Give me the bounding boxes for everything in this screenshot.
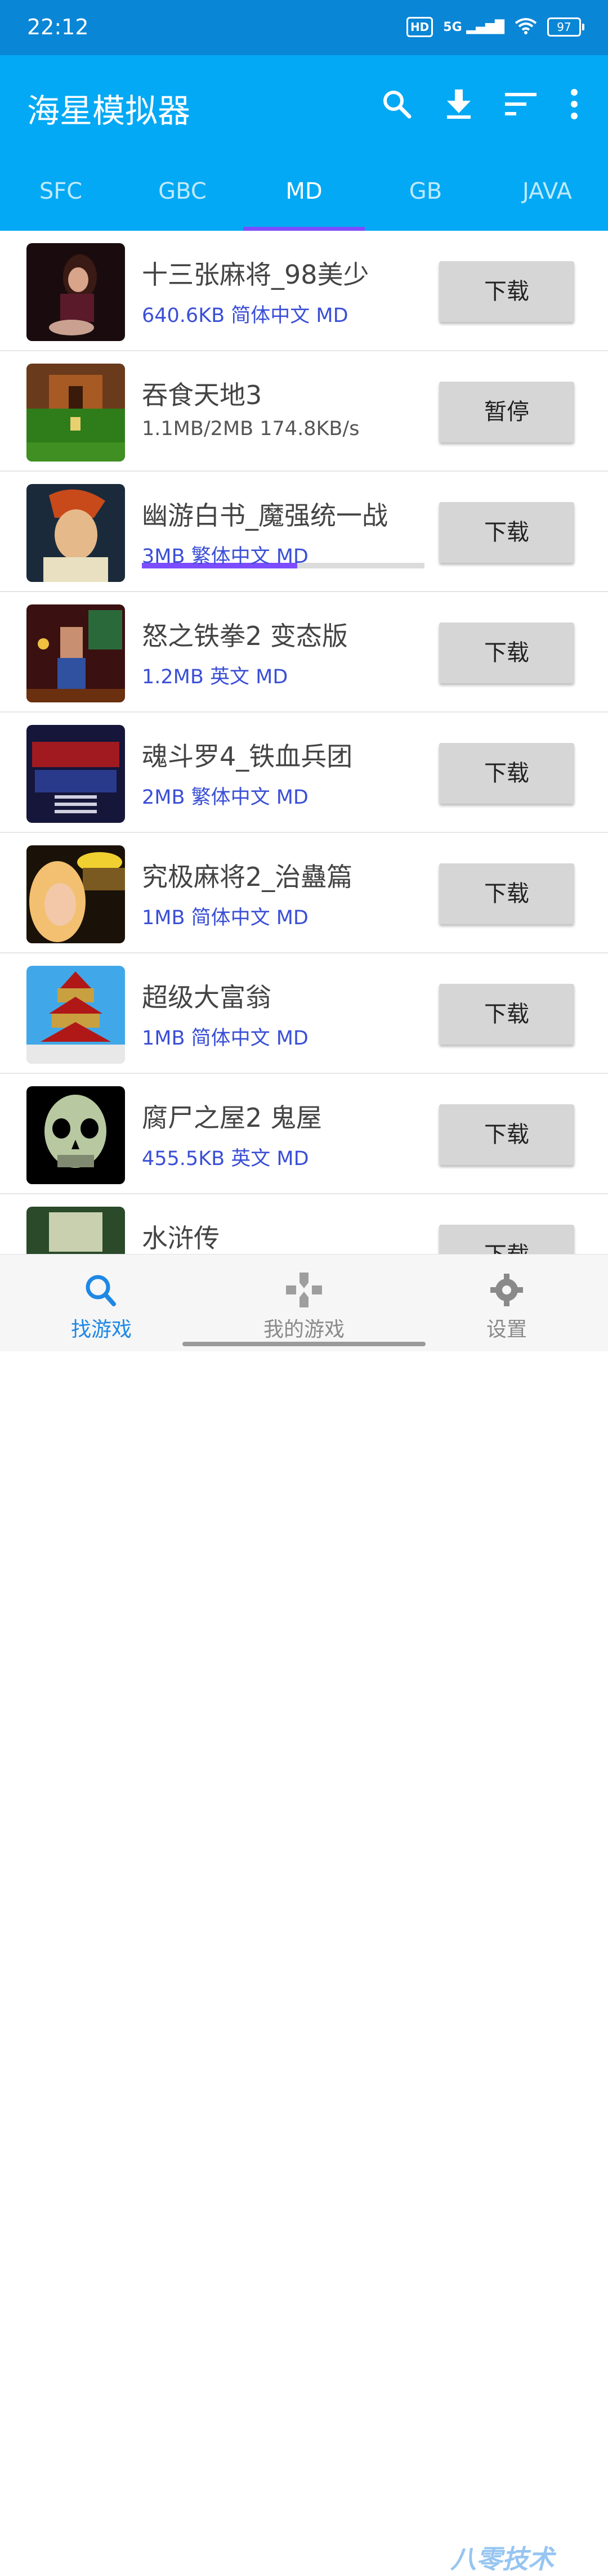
game-meta: 2MB 繁体中文 MD (142, 786, 309, 809)
download-button[interactable]: 下载 (439, 502, 574, 563)
nav-settings[interactable]: 设置 (405, 1255, 608, 1351)
pause-button[interactable]: 暂停 (439, 382, 574, 442)
search-icon (79, 1270, 124, 1310)
download-button[interactable]: 下载 (439, 1104, 574, 1165)
tab-gbc[interactable]: GBC (122, 169, 243, 231)
game-meta: 1.2MB 英文 MD (142, 666, 288, 688)
nav-label: 我的游戏 (263, 1318, 345, 1341)
game-name: 超级大富翁 (142, 982, 271, 1013)
platform-tabs: SFC GBC MD GB JAVA (0, 169, 608, 231)
game-name: 怒之铁拳2 变态版 (142, 621, 348, 651)
nav-label: 设置 (486, 1318, 527, 1341)
app-title: 海星模拟器 (27, 92, 191, 130)
network-type: 5G (443, 20, 462, 34)
tab-java[interactable]: JAVA (486, 169, 608, 231)
download-button[interactable]: 下载 (439, 863, 574, 924)
tab-md[interactable]: MD (243, 169, 365, 231)
game-thumbnail (26, 243, 125, 341)
download-button[interactable]: 下载 (439, 261, 574, 322)
game-meta: 1MB 简体中文 MD (142, 907, 309, 929)
list-item[interactable]: 魂斗罗4_铁血兵团 2MB 繁体中文 MD 下载 (0, 713, 608, 833)
hd-icon: HD (406, 17, 433, 37)
list-item[interactable]: 十三张麻将_98美少 640.6KB 简体中文 MD 下载 (0, 231, 608, 351)
game-name: 幽游白书_魔强统一战 (142, 500, 388, 531)
list-item[interactable]: 幽游白书_魔强统一战 3MB 繁体中文 MD 下载 (0, 472, 608, 592)
game-name: 十三张麻将_98美少 (142, 259, 369, 290)
game-thumbnail (26, 845, 125, 943)
game-meta: 640.6KB 简体中文 MD (142, 304, 348, 327)
list-item[interactable]: 吞食天地3 1.1MB/2MB 174.8KB/s 暂停 (0, 351, 608, 568)
tab-gb[interactable]: GB (365, 169, 486, 231)
status-time: 22:12 (27, 15, 89, 39)
game-name: 究极麻将2_治蠱篇 (142, 862, 353, 892)
game-thumbnail (26, 1086, 125, 1184)
nav-label: 找游戏 (70, 1318, 132, 1341)
download-button[interactable]: 下载 (439, 1225, 574, 1254)
game-meta: 3MB 繁体中文 MD (142, 545, 309, 568)
download-button[interactable]: 下载 (439, 984, 574, 1045)
list-item[interactable]: 怒之铁拳2 变态版 1.2MB 英文 MD 下载 (0, 592, 608, 713)
battery-icon: 97 (547, 17, 584, 37)
nav-my-games[interactable]: 我的游戏 (203, 1255, 405, 1351)
game-name: 魂斗罗4_铁血兵团 (142, 741, 353, 772)
status-icons: HD 5G ▂▄▆█ 97 (406, 17, 584, 37)
search-icon[interactable] (377, 84, 417, 124)
list-item[interactable]: 腐尸之屋2 鬼屋 455.5KB 英文 MD 下载 (0, 1074, 608, 1194)
gear-icon (484, 1270, 529, 1310)
game-thumbnail (26, 725, 125, 823)
app-bar: 海星模拟器 SFC GBC MD GB JAVA (0, 55, 608, 231)
signal-icon: 5G ▂▄▆█ (443, 20, 504, 34)
game-list: 十三张麻将_98美少 640.6KB 简体中文 MD 下载 吞食天地3 1.1M… (0, 231, 608, 1254)
game-thumbnail (26, 604, 125, 702)
download-button[interactable]: 下载 (439, 743, 574, 804)
list-item[interactable]: 超级大富翁 1MB 简体中文 MD 下载 (0, 953, 608, 1074)
status-bar: 22:12 HD 5G ▂▄▆█ 97 (0, 0, 608, 55)
game-meta: 1MB 简体中文 MD (142, 1027, 309, 1050)
game-thumbnail (26, 966, 125, 1064)
wifi-icon (515, 17, 537, 37)
list-item[interactable]: 水浒传 下载 (0, 1194, 608, 1254)
game-thumbnail (26, 1207, 125, 1254)
game-name: 吞食天地3 (142, 380, 262, 410)
game-name: 腐尸之屋2 鬼屋 (142, 1103, 322, 1133)
download-icon[interactable] (439, 84, 479, 124)
list-item[interactable]: 究极麻将2_治蠱篇 1MB 简体中文 MD 下载 (0, 833, 608, 953)
sort-icon[interactable] (501, 84, 540, 124)
game-thumbnail (26, 364, 125, 462)
bottom-navigation: 找游戏 我的游戏 设置 八零技术 (0, 1254, 608, 2574)
game-meta: 455.5KB 英文 MD (142, 1148, 309, 1170)
gamepad-icon (281, 1270, 327, 1310)
download-progress-text: 1.1MB/2MB 174.8KB/s (142, 418, 360, 440)
download-button[interactable]: 下载 (439, 622, 574, 683)
watermark: 八零技术 (450, 2544, 554, 2574)
game-name: 水浒传 (142, 1223, 220, 1253)
more-icon[interactable] (563, 84, 585, 124)
toolbar-actions (377, 84, 585, 124)
nav-find-games[interactable]: 找游戏 (0, 1255, 203, 1351)
tab-sfc[interactable]: SFC (0, 169, 122, 231)
game-thumbnail (26, 484, 125, 582)
home-indicator[interactable] (182, 1342, 426, 1346)
